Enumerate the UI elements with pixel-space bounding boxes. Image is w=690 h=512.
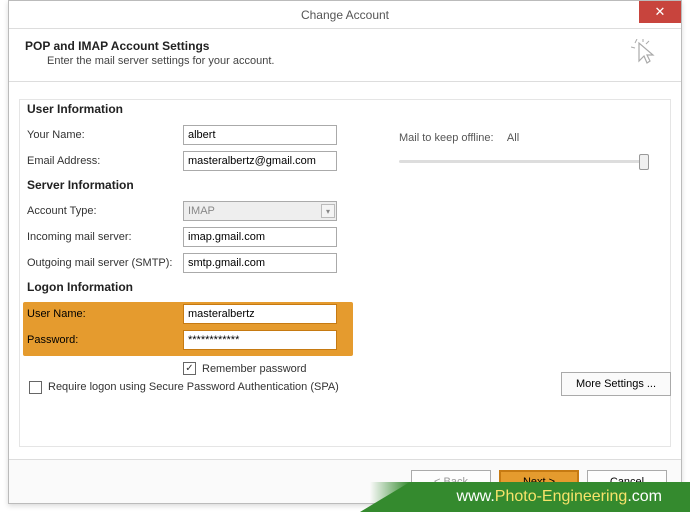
more-settings-button[interactable]: More Settings ... <box>561 372 671 396</box>
close-button[interactable]: ✕ <box>639 1 681 23</box>
change-account-window: Change Account ✕ POP and IMAP Account Se… <box>8 0 682 504</box>
label-your-name: Your Name: <box>27 129 183 141</box>
chevron-down-icon: ▾ <box>321 204 335 218</box>
dialog-content: User Information Your Name: Email Addres… <box>9 82 681 404</box>
label-password: Password: <box>27 334 183 346</box>
mail-offline-pane: Mail to keep offline: All <box>399 130 649 172</box>
window-title: Change Account <box>301 8 389 22</box>
email-input[interactable] <box>183 151 337 171</box>
user-name-input[interactable] <box>183 304 337 324</box>
remember-password-label: Remember password <box>202 363 307 375</box>
outgoing-server-input[interactable] <box>183 253 337 273</box>
label-email: Email Address: <box>27 155 183 167</box>
slider-track <box>399 160 649 163</box>
spa-checkbox[interactable] <box>29 381 42 394</box>
close-icon: ✕ <box>655 4 666 20</box>
cursor-icon <box>631 39 661 69</box>
banner-site: Photo-Engineering <box>495 488 628 505</box>
dialog-header: POP and IMAP Account Settings Enter the … <box>9 29 681 82</box>
mail-keep-slider[interactable] <box>399 152 649 172</box>
label-account-type: Account Type: <box>27 205 183 217</box>
banner-tld: .com <box>627 488 662 505</box>
titlebar: Change Account ✕ <box>9 1 681 29</box>
incoming-server-input[interactable] <box>183 227 337 247</box>
label-outgoing: Outgoing mail server (SMTP): <box>27 257 183 269</box>
slider-thumb[interactable] <box>639 154 649 170</box>
section-logon-info: Logon Information <box>27 280 663 294</box>
label-incoming: Incoming mail server: <box>27 231 183 243</box>
banner-www: www. <box>457 488 495 505</box>
mail-keep-value: All <box>507 132 519 144</box>
label-user-name: User Name: <box>27 308 183 320</box>
section-server-info: Server Information <box>27 178 663 192</box>
account-type-select: ▾ <box>183 201 337 221</box>
password-input[interactable] <box>183 330 337 350</box>
your-name-input[interactable] <box>183 125 337 145</box>
section-user-info: User Information <box>27 102 663 116</box>
logon-highlight-block: User Name: Password: <box>23 302 353 356</box>
spa-label: Require logon using Secure Password Auth… <box>48 381 339 393</box>
header-subtitle: Enter the mail server settings for your … <box>47 55 665 67</box>
watermark-banner: www.Photo-Engineering.com <box>340 482 690 512</box>
account-type-value <box>183 201 337 221</box>
remember-password-checkbox[interactable]: ✓ <box>183 362 196 375</box>
mail-keep-label: Mail to keep offline: <box>399 132 494 144</box>
header-title: POP and IMAP Account Settings <box>25 39 665 53</box>
